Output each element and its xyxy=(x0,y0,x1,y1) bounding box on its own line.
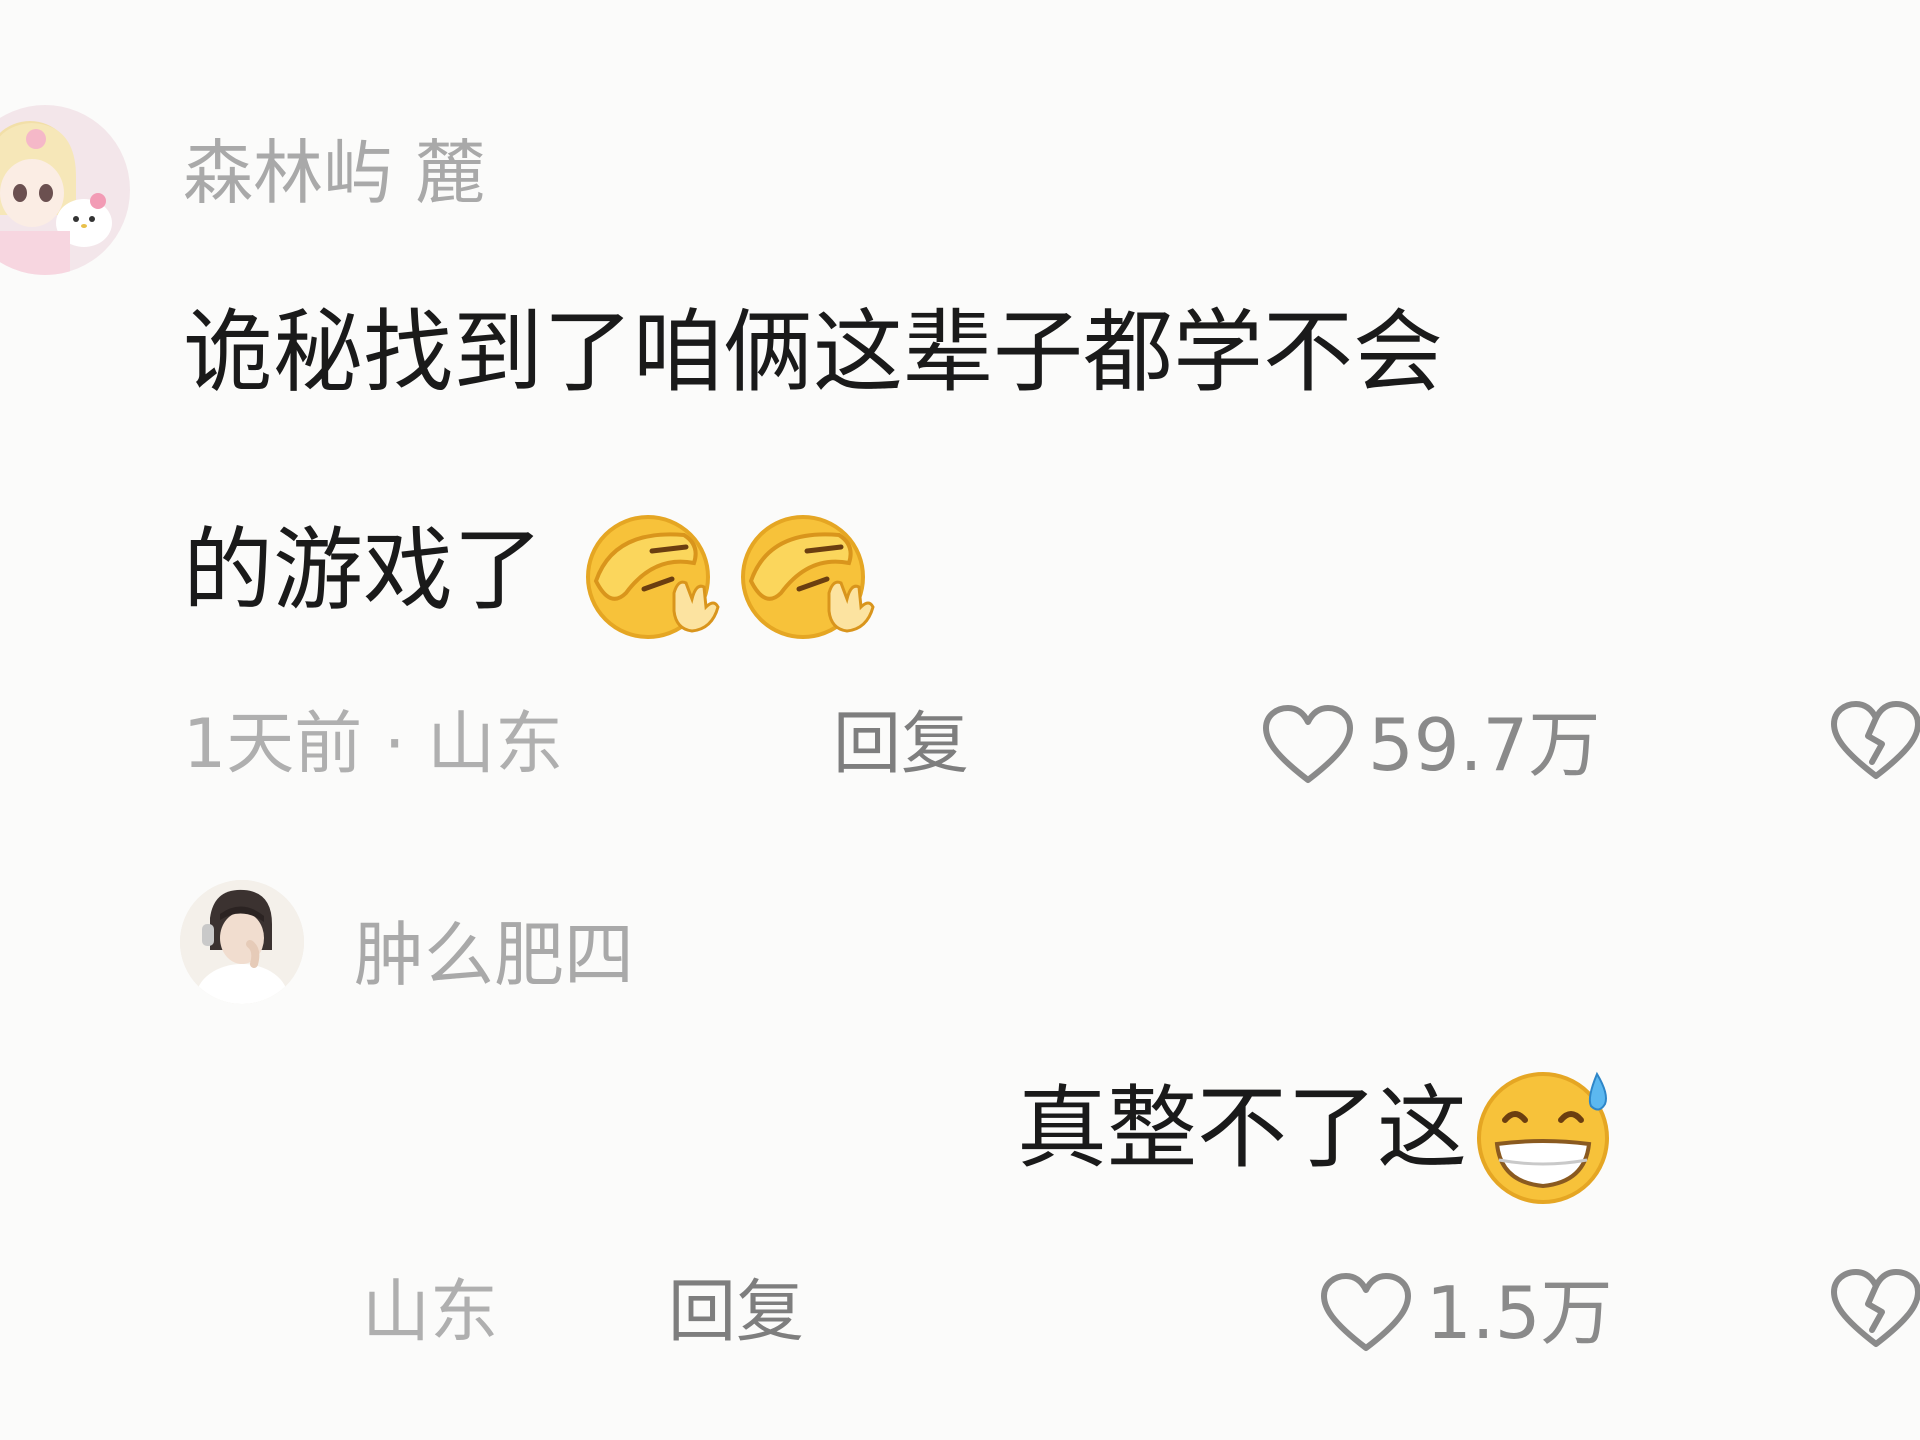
comment-meta: 山东 xyxy=(362,1268,498,1358)
comment-section: 森林屿 麓 诡秘找到了咱俩这辈子都学不会 的游戏了 1天前 · 山东 回复 59… xyxy=(0,0,1920,1440)
username[interactable]: 森林屿 麓 xyxy=(183,128,485,218)
like-button[interactable]: 59.7万 xyxy=(1262,698,1600,792)
comment-meta: 1天前 · 山东 xyxy=(183,700,563,790)
comment-text-line1: 真整不了这 xyxy=(1017,1076,1467,1181)
reply-button[interactable]: 回复 xyxy=(668,1268,804,1358)
comment-text-line1: 诡秘找到了咱俩这辈子都学不会 xyxy=(183,300,1443,405)
avatar[interactable] xyxy=(0,105,130,275)
broken-heart-icon xyxy=(1830,700,1920,782)
comment-text-line2: 的游戏了 xyxy=(183,518,543,623)
comment-location: 山东 xyxy=(427,705,564,784)
face-palm-emoji xyxy=(574,511,729,641)
grinning-sweat-emoji xyxy=(1469,1064,1624,1205)
dislike-button[interactable] xyxy=(1830,700,1920,782)
heart-outline-icon xyxy=(1320,1272,1412,1354)
username[interactable]: 肿么肥四 xyxy=(354,910,634,1000)
comment-time: 1天前 xyxy=(183,705,363,784)
broken-heart-icon xyxy=(1830,1268,1920,1350)
face-palm-emoji xyxy=(729,511,884,641)
like-button[interactable]: 1.5万 xyxy=(1320,1266,1613,1360)
avatar[interactable] xyxy=(180,880,304,1004)
comment-text: 诡秘找到了咱俩这辈子都学不会 xyxy=(183,298,1443,408)
comment-text: 真整不了这 xyxy=(1017,1064,1624,1205)
like-count: 59.7万 xyxy=(1368,703,1601,787)
comment-text-continued: 的游戏了 xyxy=(183,506,884,641)
dislike-button[interactable] xyxy=(1830,1268,1920,1350)
comment-location: 山东 xyxy=(362,1273,499,1352)
reply-button[interactable]: 回复 xyxy=(833,700,969,790)
meta-separator: · xyxy=(383,705,406,784)
heart-outline-icon xyxy=(1262,704,1354,786)
like-count: 1.5万 xyxy=(1426,1271,1613,1355)
